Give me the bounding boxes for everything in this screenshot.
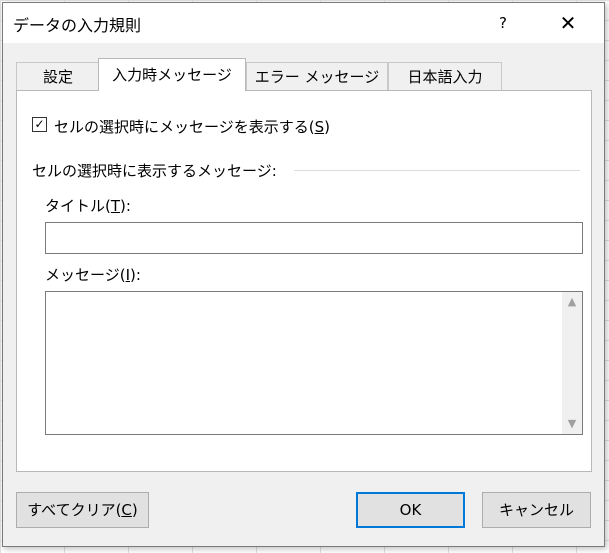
title-input[interactable]	[45, 222, 583, 254]
dialog-title: データの入力規則	[13, 16, 142, 35]
chevron-up-icon[interactable]: ▲	[562, 292, 582, 312]
show-message-checkbox[interactable]: ✓	[32, 117, 47, 132]
message-scrollbar[interactable]: ▲ ▼	[562, 292, 582, 434]
help-button[interactable]: ?	[485, 9, 521, 37]
message-group-label: セルの選択時に表示するメッセージ:	[32, 162, 277, 180]
clear-all-button[interactable]: すべてクリア(C)	[16, 492, 149, 528]
group-divider	[294, 170, 580, 171]
title-bar: データの入力規則 ? ✕	[3, 3, 604, 43]
show-message-label[interactable]: セルの選択時にメッセージを表示する(S)	[54, 116, 330, 137]
tab-error-alert[interactable]: エラー メッセージ	[246, 62, 388, 90]
cancel-button[interactable]: キャンセル	[482, 492, 591, 528]
tab-settings[interactable]: 設定	[16, 62, 100, 90]
ok-button[interactable]: OK	[356, 492, 465, 528]
tab-input-message[interactable]: 入力時メッセージ	[98, 58, 246, 91]
data-validation-dialog: データの入力規則 ? ✕ 設定 入力時メッセージ エラー メッセージ 日本語入力…	[2, 2, 605, 547]
message-textarea-container: ▲ ▼	[45, 291, 583, 438]
tab-ime-mode[interactable]: 日本語入力	[388, 62, 502, 90]
message-textarea[interactable]	[46, 292, 566, 438]
title-field-label: タイトル(T):	[45, 197, 131, 215]
close-button[interactable]: ✕	[545, 9, 591, 37]
input-message-panel: ✓ セルの選択時にメッセージを表示する(S) セルの選択時に表示するメッセージ:…	[16, 90, 592, 472]
chevron-down-icon[interactable]: ▼	[562, 414, 582, 434]
message-field-label: メッセージ(I):	[45, 266, 141, 284]
